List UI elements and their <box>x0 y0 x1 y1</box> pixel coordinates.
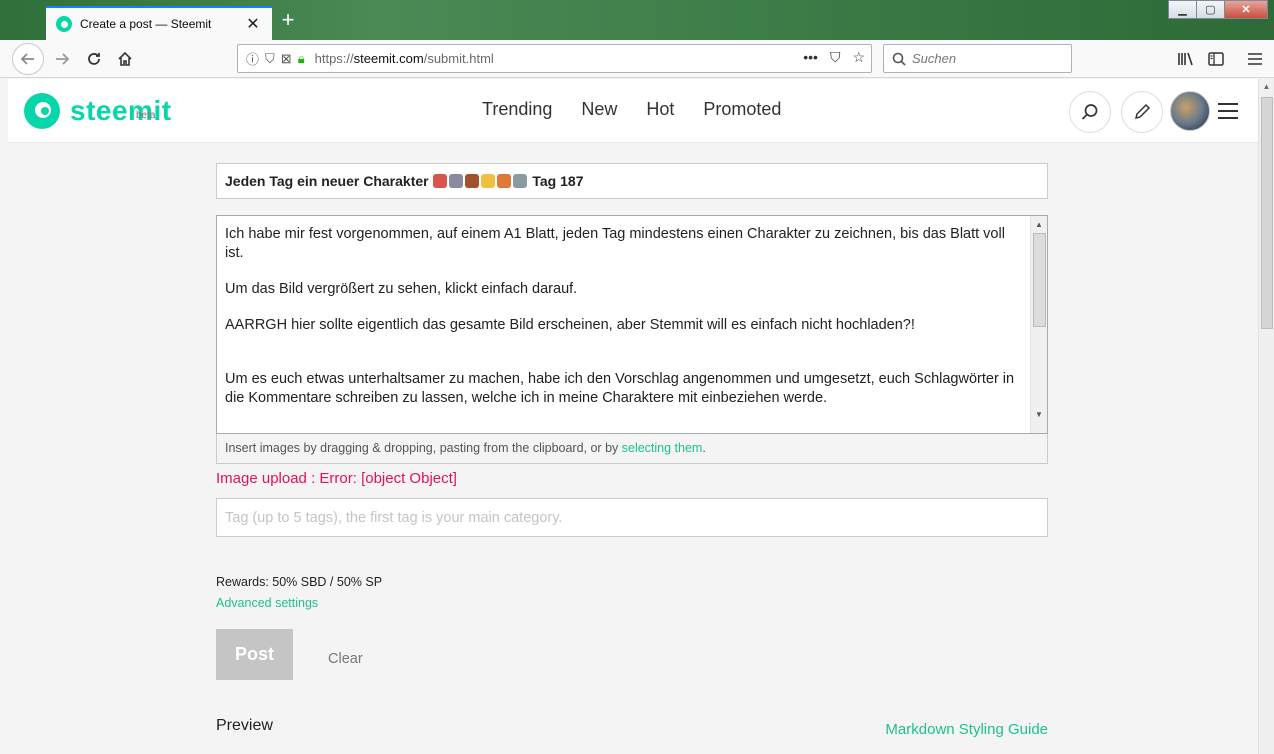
arrow-left-icon <box>20 53 34 65</box>
page-actions-icon[interactable]: ••• <box>803 49 818 66</box>
title-emojis <box>432 173 528 189</box>
upload-error-message: Image upload : Error: [object Object] <box>216 470 457 487</box>
emoji-icon <box>513 174 528 188</box>
post-editor: Jeden Tag ein neuer Charakter Tag 187 Ic… <box>216 163 1048 741</box>
post-title-input[interactable]: Jeden Tag ein neuer Charakter Tag 187 <box>216 163 1048 199</box>
scroll-down-arrow-icon[interactable]: ▼ <box>1031 406 1047 423</box>
reload-icon <box>88 53 100 65</box>
logo-text: steemit <box>70 95 172 126</box>
sidebar-icon <box>1208 52 1224 66</box>
url-path: /submit.html <box>423 51 494 66</box>
textarea-scrollbar[interactable]: ▲ ▼ <box>1030 216 1047 433</box>
site-search-button[interactable] <box>1069 91 1111 133</box>
post-body-textarea[interactable]: Ich habe mir fest vorgenommen, auf einem… <box>216 215 1048 434</box>
emoji-icon <box>449 174 464 188</box>
browser-search-input[interactable] <box>912 51 1062 66</box>
library-button[interactable] <box>1172 45 1200 73</box>
markdown-guide-link[interactable]: Markdown Styling Guide <box>885 721 1048 738</box>
pocket-icon[interactable]: ⛉ <box>830 49 841 66</box>
forward-button[interactable] <box>48 45 76 73</box>
body-paragraph: Ich habe mir fest vorgenommen, auf einem… <box>225 226 1005 261</box>
new-tab-button[interactable]: + <box>276 9 300 33</box>
page-scroll-thumb[interactable] <box>1261 97 1273 329</box>
post-button[interactable]: Post <box>216 629 293 680</box>
close-tab-icon[interactable]: ✕ <box>244 14 262 34</box>
post-title-text: Jeden Tag ein neuer Charakter <box>225 173 429 189</box>
image-upload-hint: Insert images by dragging & dropping, pa… <box>216 434 1048 464</box>
body-paragraph: AARRGH hier sollte eigentlich das gesamt… <box>225 317 915 333</box>
upload-hint-end: . <box>702 441 706 455</box>
bookmark-star-icon[interactable]: ☆ <box>852 49 865 66</box>
search-icon <box>1081 104 1098 120</box>
body-blank-line <box>225 352 1023 370</box>
tab-title: Create a post — Steemit <box>80 17 212 31</box>
library-icon <box>1178 52 1193 66</box>
page-content: steemit beta Trending New Hot Promoted J… <box>8 79 1258 754</box>
maximize-button[interactable]: ▢ <box>1196 0 1225 19</box>
clear-button[interactable]: Clear <box>328 651 363 667</box>
window-controls: ▁ ▢ ✕ <box>1168 0 1268 19</box>
browser-tab[interactable]: Create a post — Steemit ✕ <box>46 6 272 40</box>
emoji-icon <box>481 174 496 188</box>
user-avatar[interactable] <box>1170 91 1210 131</box>
pencil-icon <box>1134 103 1151 120</box>
url-domain: steemit.com <box>353 51 424 66</box>
lock-icon[interactable]: 🔒︎ <box>298 51 305 67</box>
post-title-suffix: Tag 187 <box>532 173 584 189</box>
back-button[interactable] <box>12 43 44 75</box>
write-post-button[interactable] <box>1121 91 1163 133</box>
permissions-icon[interactable]: ⊠ <box>281 51 292 67</box>
url-prefix: https:// <box>314 51 354 66</box>
site-header: steemit beta Trending New Hot Promoted <box>8 79 1258 143</box>
home-button[interactable] <box>111 45 139 73</box>
browser-navbar: ⓘ ⛉ ⊠ 🔒︎ https://steemit.com/submit.html… <box>0 40 1274 78</box>
reload-button[interactable] <box>80 45 108 73</box>
home-icon <box>118 51 132 66</box>
emoji-icon <box>433 174 448 188</box>
minimize-button[interactable]: ▁ <box>1168 0 1197 19</box>
emoji-icon <box>465 174 480 188</box>
url-bar[interactable]: ⓘ ⛉ ⊠ 🔒︎ https://steemit.com/submit.html… <box>237 44 872 73</box>
info-icon[interactable]: ⓘ <box>246 49 259 68</box>
nav-promoted[interactable]: Promoted <box>703 99 781 120</box>
main-nav: Trending New Hot Promoted <box>482 99 781 120</box>
steemit-logo-icon <box>24 93 60 129</box>
body-paragraph: Um es euch etwas unterhaltsamer zu mache… <box>225 371 1015 406</box>
body-paragraph: Um das Bild vergrößert zu sehen, klickt … <box>225 281 578 297</box>
page-scrollbar[interactable]: ▲ <box>1258 79 1274 754</box>
preview-header: Preview Markdown Styling Guide <box>216 717 1048 741</box>
browser-titlebar: Create a post — Steemit ✕ + ▁ ▢ ✕ <box>0 0 1274 40</box>
tags-input[interactable] <box>216 498 1048 537</box>
arrow-right-icon <box>56 53 70 65</box>
close-window-button[interactable]: ✕ <box>1224 0 1268 19</box>
post-body-text[interactable]: Ich habe mir fest vorgenommen, auf einem… <box>217 216 1031 433</box>
advanced-settings-link[interactable]: Advanced settings <box>216 596 1048 610</box>
search-icon <box>892 52 906 66</box>
tracking-protection-icon[interactable]: ⛉ <box>265 51 275 67</box>
menu-icon <box>1248 53 1262 65</box>
browser-search-bar[interactable] <box>883 44 1072 73</box>
select-images-link[interactable]: selecting them <box>622 441 703 455</box>
preview-label: Preview <box>216 717 273 734</box>
upload-hint-text: Insert images by dragging & dropping, pa… <box>225 441 622 455</box>
nav-hot[interactable]: Hot <box>646 99 674 120</box>
post-actions: Post Clear <box>216 629 1048 680</box>
scroll-up-arrow-icon[interactable]: ▲ <box>1031 216 1047 233</box>
site-menu-icon[interactable] <box>1218 103 1238 119</box>
browser-menu-button[interactable] <box>1241 45 1269 73</box>
url-text[interactable]: https://steemit.com/submit.html <box>315 51 494 66</box>
rewards-info: Rewards: 50% SBD / 50% SP <box>216 575 383 589</box>
nav-trending[interactable]: Trending <box>482 99 552 120</box>
beta-badge: beta <box>136 110 156 121</box>
emoji-icon <box>497 174 512 188</box>
nav-new[interactable]: New <box>581 99 617 120</box>
textarea-scroll-thumb[interactable] <box>1033 233 1046 327</box>
sidebar-button[interactable] <box>1202 45 1230 73</box>
page-scroll-up-icon[interactable]: ▲ <box>1259 79 1274 95</box>
steemit-favicon-icon <box>56 16 72 32</box>
url-actions: ••• ⛉ ☆ <box>803 49 865 66</box>
